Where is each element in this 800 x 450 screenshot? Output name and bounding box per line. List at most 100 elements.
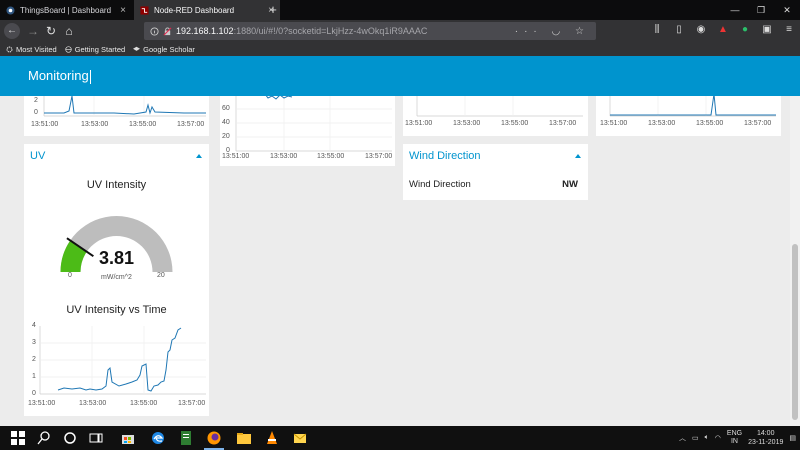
- collapse-caret-icon[interactable]: [575, 154, 581, 158]
- restore-icon[interactable]: ❐: [748, 0, 774, 20]
- x-tick: 13:57:00: [365, 153, 393, 160]
- volume-icon[interactable]: 🔈︎: [705, 434, 709, 442]
- wind-direction-value: NW: [562, 179, 578, 190]
- x-tick: 13:51:00: [28, 400, 56, 407]
- pdf-extension-icon[interactable]: ▲: [716, 23, 730, 37]
- screen: ThingsBoard | Dashboard × Node-RED Dashb…: [0, 0, 800, 450]
- x-tick: 13:53:00: [648, 120, 676, 127]
- scrollbar-thumb[interactable]: [792, 244, 798, 420]
- system-tray: ︿ ▭ 🔈︎ ◠ ENG IN 14:00 23-11-2019 ▤: [679, 428, 796, 448]
- uv-line-chart: [39, 326, 206, 395]
- store-icon[interactable]: [120, 430, 136, 446]
- x-tick: 13:53:00: [79, 400, 107, 407]
- url-host: 192.168.1.102: [176, 26, 234, 36]
- search-icon[interactable]: [36, 430, 52, 446]
- notes-app-icon[interactable]: [178, 430, 194, 446]
- x-tick: 13:55:00: [317, 153, 345, 160]
- back-arrow-icon[interactable]: ←: [4, 23, 20, 39]
- x-tick: 13:53:00: [453, 120, 481, 127]
- chart-card-top-right-2: 13:51:00 13:53:00 13:55:00 13:57:00: [596, 96, 781, 136]
- chevron-up-icon[interactable]: ︿: [679, 433, 686, 443]
- x-tick: 13:57:00: [744, 120, 772, 127]
- tab-title: Node-RED Dashboard: [154, 5, 235, 15]
- library-icon[interactable]: ⫼: [650, 23, 664, 37]
- node-red-favicon-icon: [140, 5, 149, 15]
- insecure-lock-icon[interactable]: [163, 26, 172, 36]
- shield-extension-icon[interactable]: ●: [738, 23, 752, 37]
- text-cursor: [89, 69, 91, 84]
- bookmark-most-visited[interactable]: Most Visited: [6, 45, 57, 54]
- url-bar[interactable]: 192.168.1.102 :1880/ui/#!/0?socketid=Lkj…: [144, 22, 596, 40]
- x-tick: 13:57:00: [178, 400, 206, 407]
- uv-gauge-value: 3.81: [98, 248, 135, 268]
- close-tab-icon[interactable]: ×: [120, 5, 126, 16]
- info-icon[interactable]: [150, 26, 159, 36]
- top-left-chart-plot: [43, 96, 206, 117]
- x-tick: 13:57:00: [177, 121, 205, 128]
- region-code: IN: [730, 438, 738, 445]
- x-tick: 13:51:00: [600, 120, 628, 127]
- minimize-icon[interactable]: —: [722, 0, 748, 20]
- uv-gauge-title: UV Intensity: [86, 179, 147, 191]
- file-explorer-icon[interactable]: [236, 430, 252, 446]
- notifications-icon[interactable]: ▤: [789, 434, 796, 442]
- forward-arrow-icon[interactable]: →: [26, 23, 40, 39]
- browser-nav-bar: ← → ↻ ⌂ 192.168.1.102 :1880/ui/#!/0?sock…: [0, 20, 800, 42]
- bookmark-label: Most Visited: [16, 44, 57, 54]
- thingsboard-favicon-icon: [6, 5, 15, 15]
- language-indicator[interactable]: ENG IN: [727, 430, 742, 446]
- bookmark-label: Google Scholar: [143, 44, 195, 54]
- menu-icon[interactable]: ≡: [782, 23, 796, 37]
- chart-card-top-right-1: 13:51:00 13:53:00 13:55:00 13:57:00: [403, 96, 588, 136]
- close-window-icon[interactable]: ✕: [774, 0, 800, 20]
- x-tick: 13:51:00: [222, 153, 250, 160]
- top-right-2-chart-plot: [609, 96, 776, 117]
- x-tick: 13:55:00: [696, 120, 724, 127]
- sidebar-icon[interactable]: ▯: [672, 23, 686, 37]
- wind-direction-group-card: Wind Direction Wind Direction NW: [403, 144, 588, 200]
- tab-thingsboard[interactable]: ThingsBoard | Dashboard ×: [0, 0, 132, 20]
- data-line: [44, 96, 206, 115]
- uv-group-card: UV UV Intensity 3.81 0 mW/cm^2 20 UV Int…: [24, 144, 209, 416]
- clock-time: 14:00: [756, 430, 775, 437]
- edge-icon[interactable]: [150, 430, 166, 446]
- dashboard-title: Monitoring: [28, 68, 91, 84]
- vlc-icon[interactable]: [264, 430, 280, 446]
- chart-card-top-middle: 60 40 20 0 13:51:00 13:53:00 13:55:00 13…: [220, 96, 395, 166]
- tab-node-red-dashboard[interactable]: Node-RED Dashboard ×: [134, 0, 280, 20]
- page-scrollbar[interactable]: [790, 96, 800, 426]
- taskbar-clock[interactable]: 14:00 23-11-2019: [748, 429, 783, 447]
- toolbar-icons: ⫼ ▯ ◉ ▲ ● ▣ ≡: [650, 23, 796, 39]
- cortana-icon[interactable]: [62, 430, 78, 446]
- collapse-caret-icon[interactable]: [196, 154, 202, 158]
- extension-icon[interactable]: ▣: [760, 23, 774, 37]
- clock-date: 23-11-2019: [748, 439, 784, 446]
- data-line: [265, 96, 293, 100]
- gauge-max-label: 20: [157, 272, 165, 279]
- windows-start-icon[interactable]: [10, 430, 26, 446]
- mail-icon[interactable]: [292, 430, 308, 446]
- data-line: [610, 96, 776, 116]
- wind-group-title: Wind Direction: [409, 150, 481, 162]
- wind-direction-label: Wind Direction: [409, 179, 471, 190]
- gear-icon: [6, 46, 13, 52]
- new-tab-icon[interactable]: +: [266, 1, 280, 19]
- firefox-icon[interactable]: [206, 430, 222, 446]
- x-tick: 13:53:00: [81, 121, 109, 128]
- uv-group-title: UV: [30, 150, 46, 162]
- account-icon[interactable]: ◉: [694, 23, 708, 37]
- home-icon[interactable]: ⌂: [62, 23, 76, 39]
- page-actions-icon[interactable]: ··· ◡ ☆: [515, 26, 590, 37]
- bookmarks-bar: Most Visited Getting Started Google Scho…: [0, 42, 800, 56]
- x-tick: 13:55:00: [130, 400, 158, 407]
- uv-chart-title: UV Intensity vs Time: [66, 304, 167, 316]
- x-tick: 13:51:00: [31, 121, 59, 128]
- bookmark-google-scholar[interactable]: Google Scholar: [133, 45, 195, 54]
- refresh-icon[interactable]: ↻: [44, 23, 58, 39]
- network-icon[interactable]: ▭: [692, 434, 699, 442]
- task-view-icon[interactable]: [88, 430, 104, 446]
- dashboard-title-text: Monitoring: [28, 68, 89, 83]
- wifi-icon[interactable]: ◠: [715, 434, 721, 442]
- bookmark-getting-started[interactable]: Getting Started: [65, 45, 125, 54]
- gauge-units-label: mW/cm^2: [101, 274, 132, 281]
